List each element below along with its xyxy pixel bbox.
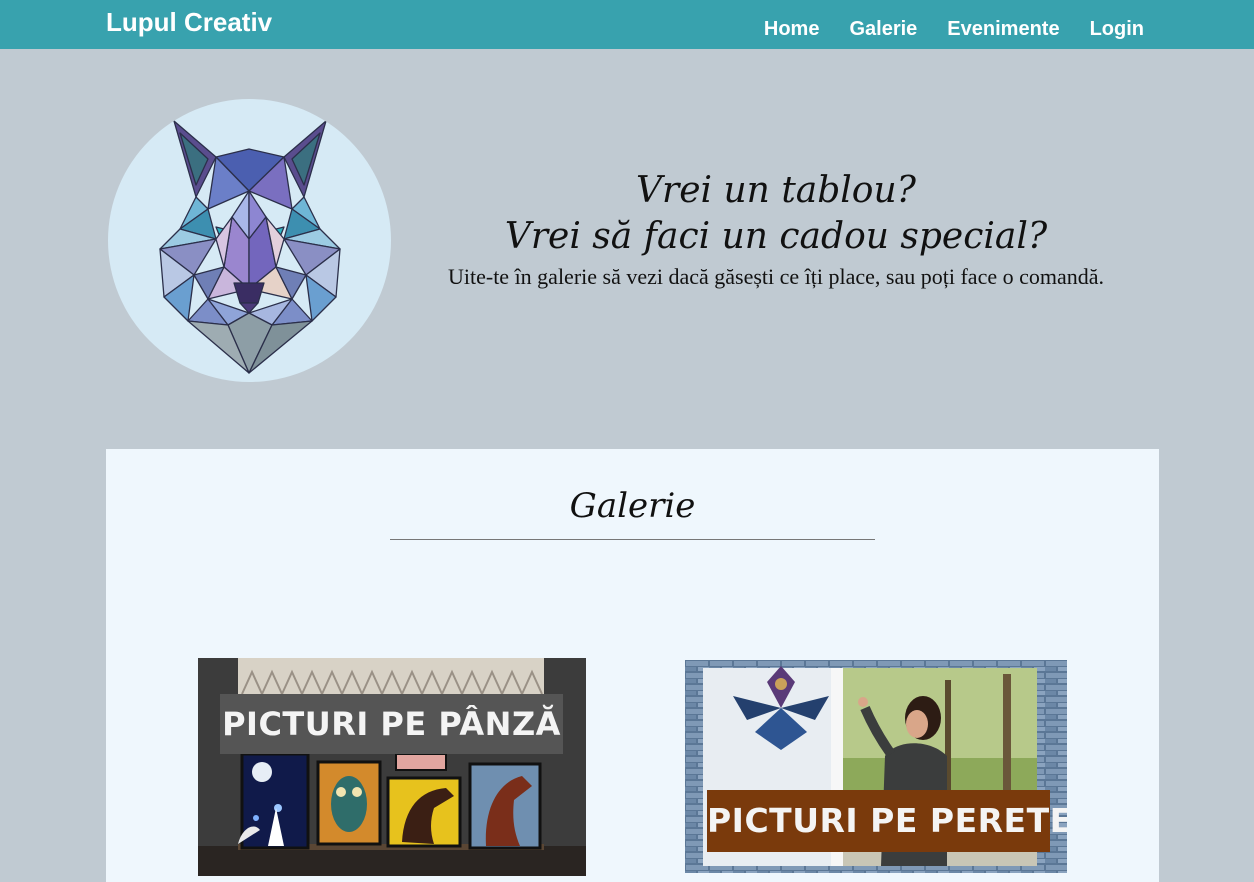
nav-links: Home Galerie Evenimente Login (764, 16, 1144, 42)
nav-link-login[interactable]: Login (1090, 16, 1144, 42)
gallery-section: Galerie PICTURI PE PÂNZĂ PICTURI PE PERE… (106, 449, 1159, 882)
wolf-icon (159, 120, 341, 374)
card-label-panza: PICTURI PE PÂNZĂ (220, 694, 563, 754)
gallery-card-panza[interactable]: PICTURI PE PÂNZĂ (198, 658, 586, 876)
nav-link-galerie[interactable]: Galerie (849, 16, 917, 42)
gallery-divider (390, 539, 875, 540)
hero-subtitle: Uite-te în galerie să vezi dacă găsești … (447, 264, 1105, 289)
canvas-paintings-image (198, 658, 586, 876)
hero-headline-2: Vrei să faci un cadou special? (504, 216, 1048, 257)
brand-logo-text[interactable]: Lupul Creativ (106, 6, 272, 38)
nav-link-evenimente[interactable]: Evenimente (947, 16, 1059, 42)
navbar: Lupul Creativ Home Galerie Evenimente Lo… (0, 0, 1254, 49)
wolf-logo-image (108, 99, 391, 382)
nav-link-home[interactable]: Home (764, 16, 820, 42)
gallery-card-perete[interactable]: PICTURI PE PERETE (685, 660, 1067, 873)
hero-text: Vrei un tablou? Vrei să faci un cadou sp… (390, 168, 1162, 292)
gallery-title: Galerie (569, 486, 696, 526)
hero-headline-1: Vrei un tablou? (636, 170, 916, 211)
card-label-perete: PICTURI PE PERETE (707, 790, 1067, 852)
